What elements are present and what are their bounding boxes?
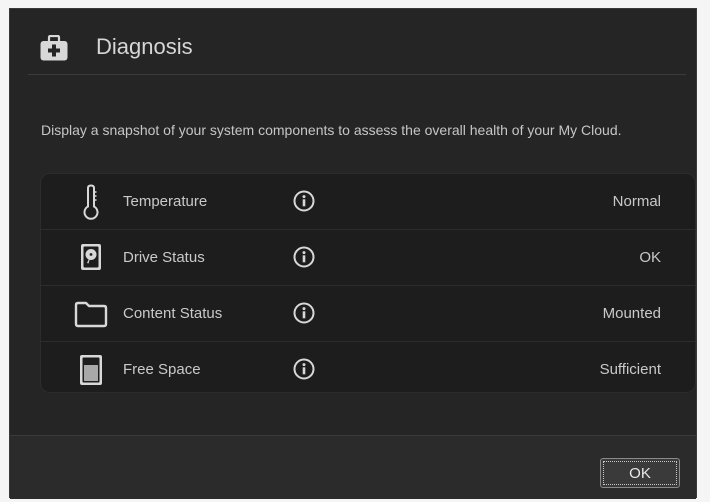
- content-status-value: Mounted: [602, 305, 661, 322]
- dialog-header: Diagnosis: [10, 9, 696, 75]
- free-space-label: Free Space: [123, 361, 201, 378]
- ok-button[interactable]: OK: [600, 458, 680, 488]
- drive-status-value: OK: [639, 249, 661, 266]
- folder-icon: [74, 301, 108, 328]
- free-space-value: Sufficient: [599, 361, 661, 378]
- info-icon[interactable]: [293, 246, 315, 268]
- temperature-value: Normal: [612, 193, 661, 210]
- list-item-temperature: Temperature Normal: [41, 174, 695, 230]
- info-icon[interactable]: [293, 302, 315, 324]
- list-item-drive-status: Drive Status OK: [41, 230, 695, 286]
- storage-gauge-icon: [80, 355, 102, 385]
- temperature-label: Temperature: [123, 193, 208, 210]
- drive-status-label: Drive Status: [123, 249, 205, 266]
- diagnosis-list: Temperature Normal Drive Status OK Conte…: [40, 173, 696, 393]
- dialog-title: Diagnosis: [96, 34, 193, 59]
- info-icon[interactable]: [293, 358, 315, 380]
- dialog-description: Display a snapshot of your system compon…: [41, 122, 622, 138]
- diagnosis-dialog: Diagnosis Display a snapshot of your sys…: [9, 8, 697, 499]
- info-icon[interactable]: [293, 190, 315, 212]
- list-item-free-space: Free Space Sufficient: [41, 342, 695, 392]
- first-aid-kit-icon: [40, 35, 68, 61]
- hard-drive-icon: [81, 244, 101, 270]
- list-item-content-status: Content Status Mounted: [41, 286, 695, 342]
- thermometer-icon: [83, 184, 99, 220]
- header-divider: [28, 74, 686, 75]
- content-status-label: Content Status: [123, 305, 223, 322]
- dialog-footer: OK: [10, 435, 696, 499]
